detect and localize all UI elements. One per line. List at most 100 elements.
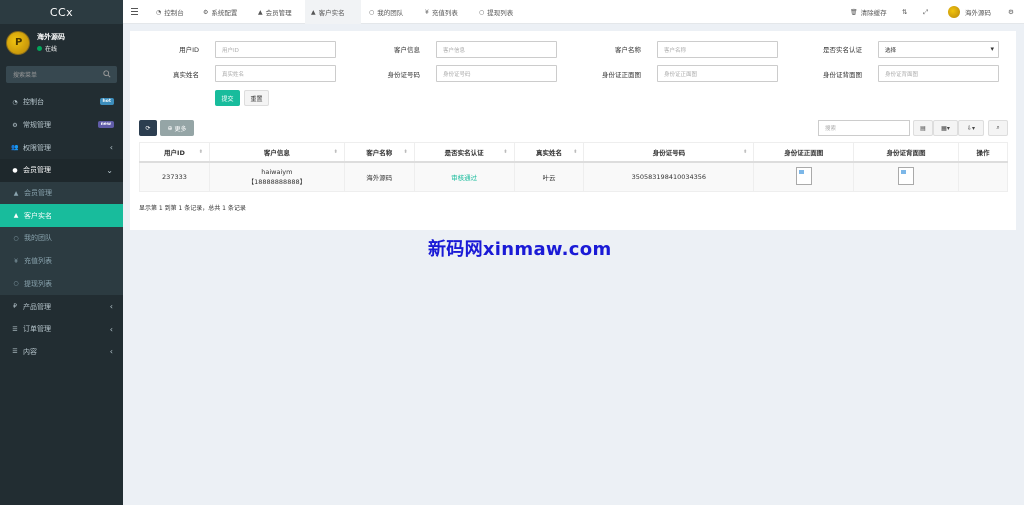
field-label-id-back: 身份证背面图	[823, 71, 862, 79]
broken-image-icon[interactable]	[795, 166, 812, 185]
tab-withdraw[interactable]: ○ 提现列表	[479, 0, 513, 24]
customer-name-input[interactable]: 客户名称	[657, 41, 778, 58]
dashboard-icon: ◔	[12, 98, 18, 106]
sidebar-item-label: 客户实名	[24, 211, 52, 220]
id-front-input[interactable]: 身份证正面图	[657, 65, 778, 82]
refresh-icon[interactable]: ⟳	[139, 120, 157, 136]
tab-dashboard[interactable]: ◔ 控制台	[156, 0, 184, 24]
table-header-row: 用户ID ⬍ 客户信息 ⬍ 客户名称 ⬍ 是否实名认证 ⬍ 真实姓名 ⬍ 身份证号码 ⬍ 身…	[139, 142, 1009, 163]
field-label-user-id: 用户ID	[179, 46, 199, 54]
sidebar-item-member-manage[interactable]: ▲ 会员管理	[0, 181, 123, 205]
list-icon: ☰	[12, 348, 18, 356]
top-user-name[interactable]: 海外源码	[965, 0, 991, 24]
sidebar-item-my-team[interactable]: ○ 我的团队	[0, 227, 123, 250]
tab-customer-verify[interactable]: ▲ 客户实名	[305, 0, 361, 24]
advanced-search-icon[interactable]: ⌕	[988, 120, 1008, 136]
tab-label: 充值列表	[431, 9, 458, 17]
sidebar-item-label: 我的团队	[24, 234, 52, 243]
dashboard-icon: ◔	[156, 8, 162, 16]
tab-my-team[interactable]: ○ 我的团队	[369, 0, 403, 24]
trash-icon: 🗑	[850, 8, 858, 16]
circle-icon: ○	[13, 280, 19, 288]
tab-label: 客户实名	[318, 9, 345, 17]
sort-icon: ⬍	[403, 149, 408, 155]
real-name-input[interactable]: 真实姓名	[215, 65, 336, 82]
sidebar-item-dashboard[interactable]: ◔ 控制台 hot	[0, 91, 123, 114]
user-id-input[interactable]: 用户ID	[215, 41, 336, 58]
columns-icon[interactable]: ▦▾	[933, 120, 958, 136]
clear-cache-button[interactable]: 🗑 清除缓存	[850, 0, 887, 24]
circle-icon: ○	[369, 8, 375, 16]
customer-info-input[interactable]: 客户信息	[436, 41, 557, 58]
sidebar-item-member[interactable]: ● 会员管理 ⌄	[0, 159, 123, 182]
sidebar-item-label: 权限管理	[23, 143, 51, 152]
cell-customer-info: haiwaiym 【18888888888】	[208, 161, 345, 192]
customer-info-line2: 【18888888888】	[247, 177, 307, 186]
column-header-label: 身份证背面图	[886, 148, 926, 157]
table-row[interactable]: 237333 haiwaiym 【18888888888】 海外源码 审核通过 叶…	[139, 161, 1009, 192]
column-header-label: 客户信息	[263, 148, 290, 157]
content-panel: 用户ID 用户ID 客户信息 客户信息 客户名称 客户名称 是否实名认证 选择 …	[130, 31, 1016, 230]
online-dot-icon	[37, 46, 42, 51]
column-header[interactable]: 客户信息 ⬍	[208, 142, 345, 163]
settings-icon[interactable]: ⚙	[1008, 0, 1014, 24]
sort-icon: ⬍	[333, 149, 338, 155]
sidebar-item-label: 充值列表	[24, 257, 52, 266]
rmb-icon: ₽	[13, 303, 17, 311]
id-number-input[interactable]: 身份证号码	[436, 65, 557, 82]
broken-image-icon[interactable]	[898, 166, 915, 185]
column-header[interactable]: 客户名称 ⬍	[343, 142, 415, 163]
id-back-input[interactable]: 身份证背面图	[878, 65, 999, 82]
sidebar-item-label: 会员管理	[23, 166, 51, 175]
avatar[interactable]	[948, 6, 960, 18]
tab-system-config[interactable]: ⚙ 系统配置	[203, 0, 237, 24]
cell-id-number: 350583198410034356	[583, 161, 755, 192]
translate-icon[interactable]: ⇅	[902, 0, 907, 24]
watermark: 新码网xinmaw.com	[428, 239, 612, 260]
export-icon[interactable]: ⇩▾	[958, 120, 984, 136]
column-header-label: 身份证正面图	[784, 148, 824, 157]
column-header: 身份证背面图	[853, 142, 959, 163]
fullscreen-icon[interactable]: ⤢	[923, 0, 928, 24]
sidebar-item-label: 产品管理	[23, 302, 51, 311]
sidebar-item-recharge[interactable]: ¥ 充值列表	[0, 249, 123, 273]
sidebar-item-permission[interactable]: 👥 权限管理 ‹	[0, 136, 123, 159]
column-header[interactable]: 身份证号码 ⬍	[583, 142, 755, 163]
sidebar-item-label: 常规管理	[23, 121, 51, 130]
sidebar-item-order[interactable]: ☰ 订单管理 ‹	[0, 318, 123, 341]
reset-button[interactable]: 重置	[244, 90, 269, 106]
user-panel: 海外源码 在线	[0, 24, 123, 60]
sidebar-item-product[interactable]: ₽ 产品管理 ‹	[0, 295, 123, 318]
sidebar-item-content[interactable]: ☰ 内容 ‹	[0, 341, 123, 364]
sidebar-search-input[interactable]: 搜索菜单	[6, 66, 117, 83]
user-status-label: 在线	[45, 46, 58, 53]
column-header[interactable]: 是否实名认证 ⬍	[413, 142, 515, 163]
verified-select[interactable]: 选择	[878, 41, 999, 58]
cogs-icon: ⚙	[203, 8, 209, 16]
tab-member-manage[interactable]: ▲ 会员管理	[258, 0, 292, 24]
user-circle-icon: ●	[12, 166, 18, 174]
column-header-label: 用户ID	[164, 148, 185, 157]
sidebar-search-placeholder: 搜索菜单	[13, 72, 38, 79]
toggle-view-icon[interactable]: ▤	[913, 120, 933, 136]
chevron-left-icon: ‹	[109, 302, 113, 312]
more-button[interactable]: ⊕ 更多	[160, 120, 194, 136]
user-icon: ▲	[258, 8, 263, 16]
pagination-summary: 显示第 1 到第 1 条记录，总共 1 条记录	[139, 205, 246, 212]
column-header[interactable]: 用户ID ⬍	[139, 142, 210, 163]
sidebar-item-withdraw[interactable]: ○ 提现列表	[0, 272, 123, 296]
sidebar-item-general[interactable]: ⚙ 常规管理 new	[0, 114, 123, 137]
user-status: 在线	[37, 44, 57, 53]
table-search-input[interactable]: 搜索	[818, 120, 910, 136]
list-icon: ☰	[12, 325, 18, 333]
column-header: 操作	[957, 142, 1009, 163]
app-logo[interactable]: CCx	[0, 0, 123, 24]
sort-icon: ⬍	[573, 149, 578, 155]
menu-toggle-icon[interactable]	[131, 8, 138, 15]
tab-recharge[interactable]: ¥ 充值列表	[425, 0, 458, 24]
submit-button[interactable]: 提交	[215, 90, 240, 106]
field-label-real-name: 真实姓名	[173, 71, 199, 79]
cogs-icon: ⚙	[12, 121, 18, 129]
sidebar-item-customer-verify[interactable]: ▲ 客户实名	[0, 204, 123, 228]
column-header[interactable]: 真实姓名 ⬍	[513, 142, 585, 163]
